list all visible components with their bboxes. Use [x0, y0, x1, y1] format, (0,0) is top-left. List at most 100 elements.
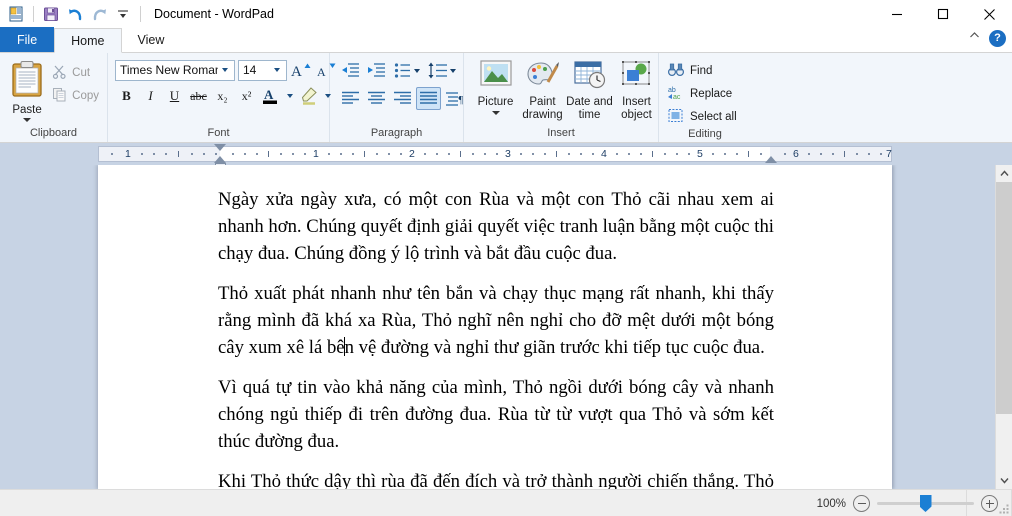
increase-indent-button[interactable]: [364, 59, 389, 82]
find-button[interactable]: Find: [667, 60, 737, 81]
zoom-out-button[interactable]: [853, 495, 870, 512]
close-button[interactable]: [966, 0, 1012, 28]
paragraph-2-text: Thỏ xuất phát nhanh như tên bắn và chạy …: [218, 283, 774, 358]
document-page[interactable]: Ngày xửa ngày xưa, có một con Rùa và một…: [98, 165, 892, 489]
replace-icon: ab ac: [668, 85, 684, 103]
clipboard-group-label: Clipboard: [29, 127, 78, 139]
minimize-button[interactable]: [874, 0, 920, 28]
save-icon[interactable]: [40, 3, 62, 25]
scrollbar-thumb[interactable]: [996, 182, 1012, 414]
grow-font-button[interactable]: A: [290, 59, 312, 81]
zoom-slider-thumb[interactable]: [919, 495, 932, 512]
align-center-button[interactable]: [364, 87, 389, 110]
italic-button[interactable]: I: [139, 85, 162, 107]
svg-text:A: A: [264, 87, 274, 102]
ruler-number-7: 7: [886, 148, 892, 160]
tab-file[interactable]: File: [0, 27, 55, 52]
bold-button[interactable]: B: [115, 85, 138, 107]
copy-button[interactable]: Copy: [49, 86, 102, 106]
scroll-down-button[interactable]: [996, 472, 1012, 489]
paste-label: Paste: [12, 104, 42, 116]
binoculars-icon: [667, 62, 685, 80]
highlight-button[interactable]: [297, 85, 320, 107]
strikethrough-button[interactable]: abc: [187, 85, 210, 107]
line-spacing-button[interactable]: [425, 59, 459, 82]
subscript-button[interactable]: x₂: [211, 85, 234, 107]
insert-object-button[interactable]: Insert object: [613, 58, 660, 122]
tab-home[interactable]: Home: [54, 28, 122, 53]
picture-button[interactable]: Picture: [472, 58, 519, 115]
paint-palette-icon: [526, 60, 560, 95]
font-family-value: Times New Roman: [120, 63, 218, 77]
select-all-button[interactable]: Select all: [668, 106, 737, 127]
align-right-button[interactable]: [390, 87, 415, 110]
ruler-number-1: 1: [313, 148, 319, 160]
text-color-button[interactable]: A: [259, 85, 282, 107]
justify-button[interactable]: [416, 87, 441, 110]
ribbon-group-clipboard: Paste Cut Copy Clipboard: [0, 53, 108, 142]
undo-icon[interactable]: [64, 3, 86, 25]
cut-button[interactable]: Cut: [49, 63, 102, 83]
customize-qat-icon[interactable]: [112, 3, 134, 25]
picture-label: Picture: [477, 96, 514, 108]
decrease-indent-button[interactable]: [338, 59, 363, 82]
help-icon[interactable]: ?: [989, 29, 1006, 47]
qat-separator-1: [33, 6, 34, 22]
ribbon-tabs-right: ?: [968, 29, 1006, 47]
scrollbar-track[interactable]: [996, 182, 1012, 472]
editing-buttons: Find ab ac Replace Select all: [664, 58, 737, 127]
maximize-button[interactable]: [920, 0, 966, 28]
zoom-slider[interactable]: [877, 495, 974, 512]
insert-object-label-line1: Insert: [622, 96, 651, 108]
picture-dropdown-arrow-icon[interactable]: [491, 111, 500, 115]
ribbon-group-paragraph: ¶ Paragraph: [330, 53, 464, 142]
ribbon-group-insert: Picture Paint drawing Date and time Inse…: [464, 53, 659, 142]
underline-button[interactable]: U: [163, 85, 186, 107]
superscript-button[interactable]: x²: [235, 85, 258, 107]
window-title: Document - WordPad: [154, 7, 274, 21]
find-label: Find: [690, 64, 713, 77]
scroll-up-button[interactable]: [996, 165, 1012, 182]
paste-button[interactable]: Paste: [5, 58, 49, 122]
replace-button[interactable]: ab ac Replace: [668, 83, 737, 104]
insert-object-icon: [620, 60, 654, 95]
font-family-combobox[interactable]: Times New Roman: [115, 59, 235, 81]
redo-icon[interactable]: [88, 3, 110, 25]
zoom-in-button[interactable]: [981, 495, 998, 512]
wordpad-app-icon[interactable]: [5, 3, 27, 25]
svg-text:ab: ab: [668, 87, 676, 94]
date-and-time-button[interactable]: Date and time: [566, 58, 613, 122]
collapse-ribbon-icon[interactable]: [968, 29, 981, 47]
paint-drawing-button[interactable]: Paint drawing: [519, 58, 566, 122]
ribbon-group-font: Times New Roman 14 A A B I U abc x₂ x² A…: [108, 53, 336, 142]
ruler-number-0: 1: [125, 148, 131, 160]
insert-buttons-row: Picture Paint drawing Date and time Inse…: [469, 58, 660, 122]
font-style-row: B I U abc x₂ x² A: [113, 81, 334, 107]
resize-grip[interactable]: [998, 502, 1010, 514]
zoom-controls: 100%: [817, 490, 998, 516]
font-family-dropdown-icon[interactable]: [218, 68, 232, 72]
calendar-clock-icon: [573, 60, 607, 95]
paragraph-row-2: ¶: [335, 82, 467, 110]
align-left-button[interactable]: [338, 87, 363, 110]
document-text[interactable]: Ngày xửa ngày xưa, có một con Rùa và một…: [218, 186, 774, 489]
font-size-dropdown-icon[interactable]: [270, 68, 284, 72]
picture-icon: [479, 60, 513, 95]
horizontal-ruler[interactable]: 1 1 2 3 4 5 6 7: [98, 144, 892, 168]
bullets-button[interactable]: [390, 59, 424, 82]
copy-icon: [52, 87, 67, 105]
paste-icon: [9, 60, 45, 103]
font-size-combobox[interactable]: 14: [238, 59, 287, 81]
ruler-number-6: 6: [793, 148, 799, 160]
copy-label: Copy: [72, 90, 99, 102]
svg-text:¶: ¶: [458, 95, 463, 106]
svg-text:A: A: [291, 64, 302, 79]
font-group-label: Font: [207, 127, 230, 139]
ruler-bar: 1 1 2 3 4 5 6 7: [0, 143, 1012, 168]
tab-view[interactable]: View: [122, 27, 181, 52]
paste-dropdown-arrow-icon[interactable]: [23, 118, 32, 122]
vertical-scrollbar[interactable]: [995, 165, 1012, 489]
ruler-number-4: 4: [601, 148, 607, 160]
right-indent-marker[interactable]: [765, 147, 778, 163]
text-color-dropdown-icon[interactable]: [283, 85, 296, 107]
